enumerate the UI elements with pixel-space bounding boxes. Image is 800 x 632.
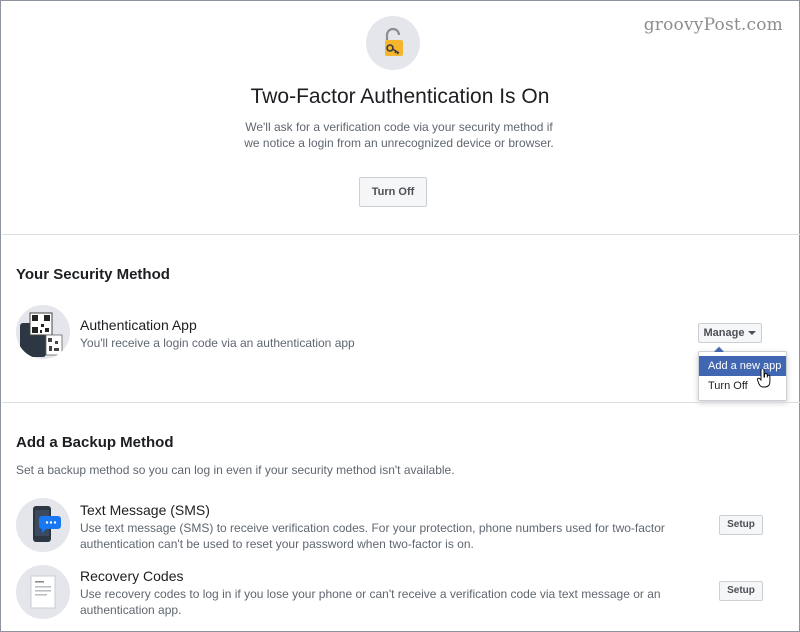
status-description: We'll ask for a verification code via yo… bbox=[244, 120, 554, 150]
method-description: Use text message (SMS) to receive verifi… bbox=[80, 521, 665, 551]
caret-down-icon bbox=[748, 331, 757, 336]
manage-button[interactable]: Manage bbox=[698, 323, 762, 343]
method-name: Text Message (SMS) bbox=[80, 502, 210, 518]
recovery-codes-method: Recovery Codes Use recovery codes to log… bbox=[16, 565, 786, 621]
page-title: Two-Factor Authentication Is On bbox=[250, 85, 550, 108]
lock-key-icon bbox=[366, 16, 420, 70]
section-divider bbox=[2, 402, 800, 403]
manage-label: Manage bbox=[703, 327, 745, 339]
backup-method-heading: Add a Backup Method bbox=[16, 434, 174, 451]
method-name: Authentication App bbox=[80, 317, 197, 333]
section-divider bbox=[2, 234, 800, 235]
menu-item-turn-off[interactable]: Turn Off bbox=[699, 376, 786, 396]
recovery-codes-setup-button[interactable]: Setup bbox=[719, 581, 763, 601]
settings-panel: groovyPost.com Two-Factor Authentication… bbox=[0, 0, 800, 632]
method-description: Use recovery codes to log in if you lose… bbox=[80, 587, 661, 617]
authentication-app-method: Authentication App You'll receive a logi… bbox=[16, 305, 786, 361]
hand-cursor-icon bbox=[757, 369, 771, 388]
qr-phone-icon bbox=[16, 305, 70, 359]
document-icon bbox=[16, 565, 70, 619]
method-description: You'll receive a login code via an authe… bbox=[80, 336, 355, 350]
security-method-heading: Your Security Method bbox=[16, 266, 170, 283]
sms-method: Text Message (SMS) Use text message (SMS… bbox=[16, 498, 786, 554]
turn-off-button[interactable]: Turn Off bbox=[359, 177, 427, 207]
menu-item-add-new-app[interactable]: Add a new app bbox=[699, 356, 786, 376]
manage-dropdown-menu: Add a new app Turn Off bbox=[698, 346, 787, 401]
sms-phone-icon bbox=[16, 498, 70, 552]
two-factor-status-section: Two-Factor Authentication Is On We'll as… bbox=[1, 1, 799, 234]
backup-method-subtitle: Set a backup method so you can log in ev… bbox=[16, 463, 455, 477]
sms-setup-button[interactable]: Setup bbox=[719, 515, 763, 535]
method-name: Recovery Codes bbox=[80, 568, 184, 584]
